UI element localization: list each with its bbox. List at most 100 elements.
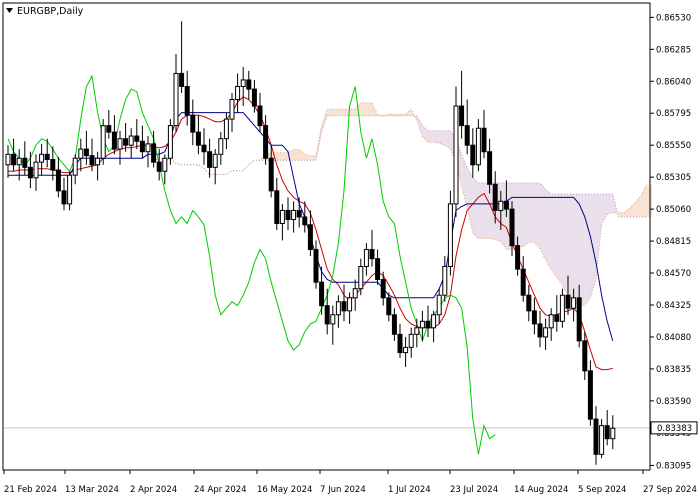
bullish-candle-body	[212, 153, 218, 168]
cloud-segment	[534, 183, 540, 249]
bearish-candle-body	[184, 85, 190, 116]
cloud-segment	[293, 149, 300, 161]
bearish-candle-body	[492, 183, 498, 211]
bearish-candle-body	[285, 209, 291, 221]
bearish-candle-body	[565, 294, 571, 309]
bearish-candle-body	[89, 155, 95, 166]
bullish-candle-body	[173, 72, 179, 127]
bearish-candle-body	[459, 105, 465, 127]
bearish-candle-body	[369, 249, 375, 260]
cloud-segment	[484, 183, 490, 239]
y-tick-label: 0.85550	[656, 141, 691, 151]
cloud-segment	[327, 109, 333, 116]
bearish-candle-body	[61, 190, 67, 205]
bullish-candle-body	[436, 294, 442, 316]
price-candle	[100, 119, 106, 165]
bearish-candle-body	[375, 258, 381, 281]
bearish-candle-body	[307, 224, 313, 251]
bullish-candle-body	[223, 118, 229, 140]
y-tick-label: 0.83590	[656, 397, 691, 407]
cloud-segment	[517, 183, 524, 247]
bearish-candle-body	[134, 135, 140, 142]
cloud-segment	[568, 194, 574, 301]
bullish-candle-body	[498, 200, 504, 211]
bullish-candle-body	[559, 294, 565, 322]
cloud-segment	[439, 130, 445, 146]
bullish-candle-body	[16, 157, 22, 166]
cloud-segment	[310, 155, 316, 161]
cloud-segment	[276, 152, 283, 161]
symbol-header: EURGBP,Daily	[6, 6, 84, 17]
price-candle	[167, 119, 173, 165]
x-tick-label: 24 Apr 2024	[194, 485, 247, 495]
bullish-candle-body	[414, 327, 420, 335]
bearish-candle-body	[111, 131, 117, 150]
bearish-candle-body	[246, 79, 252, 90]
bearish-candle-body	[50, 159, 56, 171]
bearish-candle-body	[83, 148, 89, 157]
bearish-candle-body	[587, 370, 593, 420]
bearish-candle-body	[576, 297, 582, 342]
ichimoku-chart[interactable]: 0.86530 0.86285 0.86040 0.85795 0.85550 0.853…	[0, 0, 700, 500]
bullish-candle-body	[291, 209, 297, 221]
cloud-segment	[556, 194, 563, 286]
cloud-segment	[607, 194, 613, 214]
cloud-segment	[500, 183, 507, 250]
bullish-candle-body	[352, 288, 358, 299]
bullish-candle-body	[100, 125, 106, 159]
y-tick-label: 0.85060	[656, 205, 691, 215]
bearish-candle-body	[582, 340, 588, 372]
bearish-candle-body	[27, 166, 33, 179]
bullish-candle-body	[548, 314, 554, 329]
bullish-candle-body	[229, 99, 235, 120]
bearish-candle-body	[397, 333, 403, 354]
bullish-candle-body	[475, 127, 481, 166]
bearish-candle-body	[604, 425, 610, 440]
y-tick-label: 0.84570	[656, 269, 691, 279]
bearish-candle-body	[179, 72, 185, 87]
bearish-candle-body	[470, 144, 476, 166]
bullish-candle-body	[39, 153, 45, 163]
bearish-candle-body	[55, 169, 61, 192]
bullish-candle-body	[330, 314, 336, 325]
bullish-candle-body	[543, 327, 549, 338]
cloud-segment	[528, 183, 535, 243]
bearish-candle-body	[503, 200, 509, 210]
bearish-candle-body	[324, 305, 330, 325]
cloud-segment	[349, 109, 356, 116]
bearish-candle-body	[537, 323, 543, 338]
bearish-candle-body	[251, 88, 257, 107]
cloud-segment	[360, 102, 367, 116]
x-tick-label: 16 May 2024	[257, 485, 312, 495]
cloud-segment	[573, 194, 580, 306]
bullish-candle-body	[599, 425, 605, 455]
bearish-candle-body	[526, 294, 532, 312]
y-tick-label: 0.86530	[656, 13, 691, 23]
bearish-candle-body	[593, 418, 599, 455]
bearish-candle-body	[391, 314, 397, 335]
bearish-candle-body	[464, 125, 470, 146]
y-tick-label: 0.84080	[656, 333, 691, 343]
bullish-candle-body	[128, 135, 134, 146]
cloud-segment	[523, 183, 529, 247]
bullish-candle-body	[408, 333, 414, 348]
bullish-candle-body	[95, 157, 101, 166]
cloud-segment	[433, 130, 440, 144]
cloud-segment	[366, 102, 372, 116]
y-tick-label: 0.83835	[656, 365, 691, 375]
bearish-candle-body	[123, 138, 129, 146]
bearish-candle-body	[11, 153, 17, 166]
y-tick-label: 0.84815	[656, 237, 691, 247]
x-tick-label: 2 Apr 2024	[130, 485, 177, 495]
x-tick-label: 23 Jul 2024	[450, 485, 498, 495]
cloud-segment	[551, 194, 557, 278]
bearish-candle-body	[44, 153, 50, 161]
bullish-candle-body	[167, 125, 173, 159]
bullish-candle-body	[145, 143, 151, 153]
bearish-candle-body	[380, 279, 386, 299]
y-tick-label: 0.84325	[656, 301, 691, 311]
bullish-candle-body	[279, 209, 285, 224]
bullish-candle-body	[162, 157, 168, 172]
bullish-candle-body	[347, 297, 353, 312]
bearish-candle-body	[195, 131, 201, 146]
